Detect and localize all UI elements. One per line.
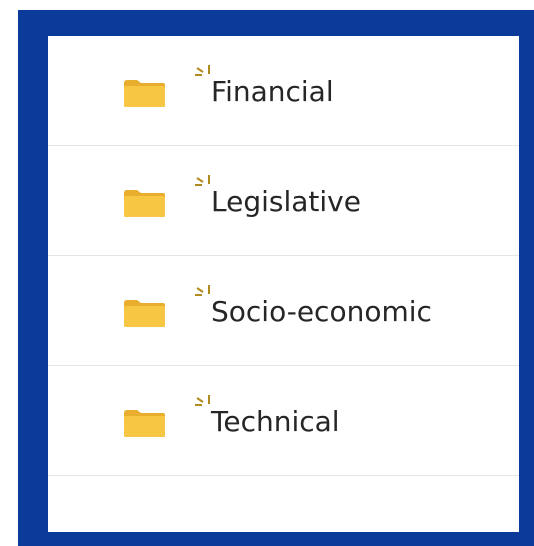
- folder-label: Socio-economic: [211, 295, 432, 328]
- folder-row-socio-economic[interactable]: Socio-economic: [48, 256, 519, 366]
- folder-icon: [124, 410, 165, 437]
- folder-label: Legislative: [211, 185, 361, 218]
- folder-icon: [124, 300, 165, 327]
- folder-icon: [124, 80, 165, 107]
- folder-row-financial[interactable]: Financial: [48, 36, 519, 146]
- folder-list: Financial Legislative Socio-economic Tec…: [48, 36, 519, 532]
- blue-frame: Financial Legislative Socio-economic Tec…: [18, 10, 534, 546]
- folder-icon: [124, 190, 165, 217]
- empty-list-space: [48, 476, 519, 532]
- folder-label: Financial: [211, 75, 334, 108]
- folder-row-legislative[interactable]: Legislative: [48, 146, 519, 256]
- folder-label: Technical: [211, 405, 340, 438]
- folder-row-technical[interactable]: Technical: [48, 366, 519, 476]
